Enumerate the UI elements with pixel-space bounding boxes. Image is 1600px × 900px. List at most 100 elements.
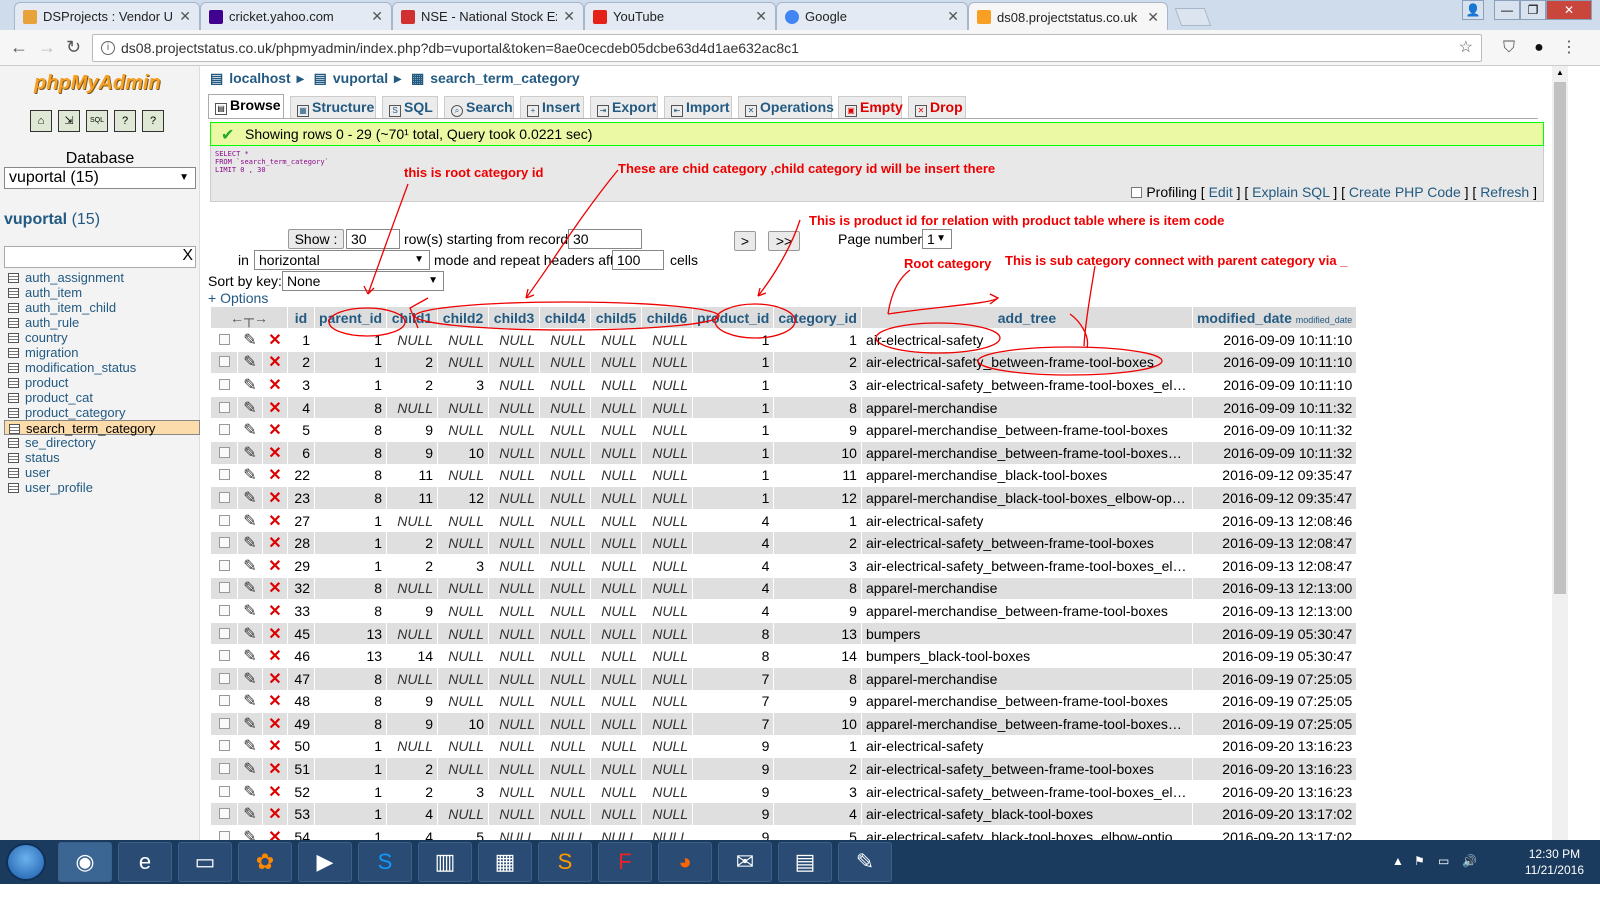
cell-modified-date[interactable]: 2016-09-20 13:17:02 — [1192, 803, 1357, 826]
cell-id[interactable]: 53 — [288, 803, 314, 826]
cell-parent-id[interactable]: 8 — [315, 577, 387, 600]
cell-category-id[interactable]: 3 — [774, 374, 861, 396]
row-checkbox[interactable] — [211, 803, 237, 826]
cell-child5[interactable]: NULL — [591, 487, 642, 509]
cell-child3[interactable]: NULL — [489, 396, 540, 419]
breadcrumb-database[interactable]: vuportal — [333, 70, 388, 86]
cell-product-id[interactable]: 1 — [693, 396, 774, 419]
cell-add-tree[interactable]: apparel-merchandise — [861, 667, 1192, 690]
show-button[interactable]: Show : — [288, 229, 344, 249]
cell-child3[interactable]: NULL — [489, 577, 540, 600]
cell-child1[interactable]: 4 — [387, 803, 438, 826]
cell-product-id[interactable]: 4 — [693, 600, 774, 622]
cell-category-id[interactable]: 3 — [774, 780, 861, 803]
cell-child6[interactable]: NULL — [642, 577, 693, 600]
edit-icon[interactable]: ✎ — [238, 554, 262, 577]
edit-icon[interactable]: ✎ — [238, 532, 262, 554]
cell-parent-id[interactable]: 8 — [315, 600, 387, 622]
cell-child1[interactable]: 2 — [387, 532, 438, 554]
docs-icon[interactable]: ? — [114, 110, 136, 132]
cell-child2[interactable]: NULL — [438, 509, 489, 532]
cell-child5[interactable]: NULL — [591, 464, 642, 487]
cell-modified-date[interactable]: 2016-09-09 10:11:10 — [1192, 351, 1357, 374]
breadcrumb-server[interactable]: localhost — [229, 70, 290, 86]
cell-id[interactable]: 47 — [288, 667, 314, 690]
profiling-checkbox[interactable] — [1131, 187, 1143, 198]
cell-id[interactable]: 52 — [288, 780, 314, 803]
cell-category-id[interactable]: 1 — [774, 735, 861, 758]
tray-network-icon[interactable]: ▭ — [1438, 854, 1449, 868]
cell-child3[interactable]: NULL — [489, 329, 540, 351]
cell-child3[interactable]: NULL — [489, 645, 540, 667]
sidebar-table-modification-status[interactable]: modification_status — [4, 360, 200, 375]
cell-child4[interactable]: NULL — [540, 735, 591, 758]
cell-child1[interactable]: 9 — [387, 600, 438, 622]
rows-input[interactable]: 30 — [346, 229, 400, 249]
cell-child1[interactable]: 14 — [387, 645, 438, 667]
cell-child3[interactable]: NULL — [489, 735, 540, 758]
cell-id[interactable]: 27 — [288, 509, 314, 532]
row-checkbox[interactable] — [211, 419, 237, 441]
cell-category-id[interactable]: 10 — [774, 713, 861, 735]
cell-category-id[interactable]: 12 — [774, 487, 861, 509]
cell-child1[interactable]: 9 — [387, 713, 438, 735]
cell-child3[interactable]: NULL — [489, 780, 540, 803]
cell-child1[interactable]: 9 — [387, 419, 438, 441]
sidebar-table-user[interactable]: user — [4, 465, 200, 480]
edit-icon[interactable]: ✎ — [238, 622, 262, 645]
extension-icon[interactable]: ● — [1530, 39, 1548, 57]
cell-modified-date[interactable]: 2016-09-13 12:08:47 — [1192, 554, 1357, 577]
sidebar-table-auth-assignment[interactable]: auth_assignment — [4, 270, 200, 285]
cell-child6[interactable]: NULL — [642, 645, 693, 667]
cell-child5[interactable]: NULL — [591, 374, 642, 396]
edit-icon[interactable]: ✎ — [238, 803, 262, 826]
checkbox[interactable] — [218, 695, 230, 707]
edit-icon[interactable]: ✎ — [238, 329, 262, 351]
cell-child5[interactable]: NULL — [591, 351, 642, 374]
cell-modified-date[interactable]: 2016-09-09 10:11:32 — [1192, 396, 1357, 419]
winrar-icon[interactable]: ▥ — [418, 842, 472, 882]
cell-child3[interactable]: NULL — [489, 487, 540, 509]
delete-icon[interactable]: ✕ — [263, 441, 287, 464]
edit-icon[interactable]: ✎ — [238, 419, 262, 441]
display-mode-select[interactable]: horizontal ▼ — [254, 250, 430, 270]
phpmyadmin-logo[interactable]: phpMyAdmin — [34, 72, 161, 95]
cell-child5[interactable]: NULL — [591, 713, 642, 735]
cell-id[interactable]: 1 — [288, 329, 314, 351]
cell-category-id[interactable]: 4 — [774, 803, 861, 826]
chrome-icon[interactable]: ◉ — [58, 842, 112, 882]
edit-icon[interactable]: ✎ — [238, 758, 262, 780]
column-header-parent-id[interactable]: parent_id — [315, 307, 387, 328]
cell-id[interactable]: 22 — [288, 464, 314, 487]
sql-query-icon[interactable]: SQL — [86, 110, 108, 132]
next-page-button[interactable]: > — [734, 231, 756, 251]
row-checkbox[interactable] — [211, 374, 237, 396]
cell-child6[interactable]: NULL — [642, 622, 693, 645]
column-header-child3[interactable]: child3 — [489, 307, 540, 328]
edit-icon[interactable]: ✎ — [238, 735, 262, 758]
cell-child4[interactable]: NULL — [540, 690, 591, 713]
row-checkbox[interactable] — [211, 464, 237, 487]
cell-child4[interactable]: NULL — [540, 532, 591, 554]
cell-modified-date[interactable]: 2016-09-19 05:30:47 — [1192, 622, 1357, 645]
cell-category-id[interactable]: 3 — [774, 554, 861, 577]
cell-modified-date[interactable]: 2016-09-19 07:25:05 — [1192, 690, 1357, 713]
cell-child2[interactable]: NULL — [438, 351, 489, 374]
row-checkbox[interactable] — [211, 577, 237, 600]
cell-id[interactable]: 2 — [288, 351, 314, 374]
cell-child5[interactable]: NULL — [591, 690, 642, 713]
cell-parent-id[interactable]: 1 — [315, 351, 387, 374]
sidebar-table-search-term-category[interactable]: search_term_category — [4, 420, 200, 436]
cell-child6[interactable]: NULL — [642, 690, 693, 713]
cell-child4[interactable]: NULL — [540, 600, 591, 622]
cell-id[interactable]: 51 — [288, 758, 314, 780]
cell-child1[interactable]: 2 — [387, 554, 438, 577]
delete-icon[interactable]: ✕ — [263, 577, 287, 600]
row-checkbox[interactable] — [211, 713, 237, 735]
sidebar-table-product-category[interactable]: product_category — [4, 405, 200, 420]
tray-flag-icon[interactable]: ⚑ — [1414, 854, 1425, 868]
cell-add-tree[interactable]: air-electrical-safety_between-frame-tool… — [861, 780, 1192, 803]
cell-child5[interactable]: NULL — [591, 577, 642, 600]
tab-browse[interactable]: ▤ Browse — [208, 94, 284, 118]
delete-icon[interactable]: ✕ — [263, 396, 287, 419]
